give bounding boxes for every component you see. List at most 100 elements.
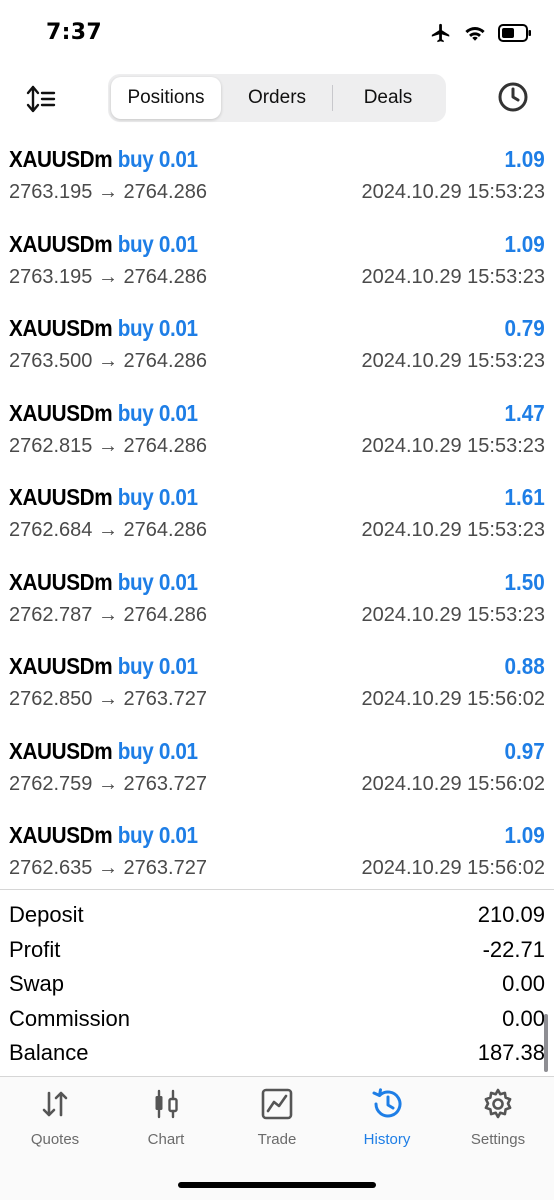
history-icon bbox=[370, 1087, 404, 1121]
row-prices: 2763.500 → 2764.286 bbox=[9, 350, 207, 372]
list-item[interactable]: XAUUSDm buy 0.01 0.97 2762.759 → 2763.72… bbox=[0, 728, 554, 813]
row-side: buy 0.01 bbox=[117, 737, 198, 764]
row-profit: 1.47 bbox=[504, 399, 545, 426]
wifi-icon bbox=[464, 24, 486, 42]
summary-label: Profit bbox=[9, 936, 61, 962]
battery-icon bbox=[498, 24, 532, 42]
row-symbol: XAUUSDm bbox=[9, 737, 113, 764]
quotes-arrows-icon bbox=[38, 1087, 72, 1121]
row-symbol-line: XAUUSDm buy 0.01 bbox=[9, 569, 198, 596]
row-profit: 0.88 bbox=[504, 653, 545, 679]
tab-chart[interactable]: Chart bbox=[111, 1087, 221, 1148]
row-symbol-line: XAUUSDm buy 0.01 bbox=[9, 653, 198, 680]
tab-deals[interactable]: Deals bbox=[333, 77, 443, 119]
summary-label: Swap bbox=[9, 971, 65, 997]
row-time: 2024.10.29 15:53:23 bbox=[361, 181, 545, 203]
tab-label: History bbox=[363, 1131, 411, 1148]
history-toolbar: Positions Orders Deals bbox=[0, 72, 554, 126]
home-indicator[interactable] bbox=[178, 1182, 376, 1188]
row-profit: 1.09 bbox=[504, 146, 545, 172]
row-time: 2024.10.29 15:56:02 bbox=[361, 857, 545, 879]
account-summary: Deposit 210.09 Profit -22.71 Swap 0.00 C… bbox=[0, 889, 554, 1073]
tab-quotes[interactable]: Quotes bbox=[0, 1087, 110, 1148]
row-symbol-line: XAUUSDm buy 0.01 bbox=[9, 146, 198, 173]
summary-value: 0.00 bbox=[502, 971, 545, 997]
summary-row: Commission 0.00 bbox=[0, 1004, 554, 1039]
row-symbol: XAUUSDm bbox=[9, 315, 113, 341]
list-item[interactable]: XAUUSDm buy 0.01 1.09 2763.195 → 2764.28… bbox=[0, 136, 554, 221]
bottom-tab-bar: Quotes Chart Trade History Settings bbox=[0, 1076, 554, 1200]
row-time: 2024.10.29 15:53:23 bbox=[361, 519, 545, 541]
row-symbol-line: XAUUSDm buy 0.01 bbox=[9, 400, 198, 427]
tab-label: Chart bbox=[147, 1131, 185, 1148]
row-side: buy 0.01 bbox=[117, 315, 198, 341]
summary-row: Swap 0.00 bbox=[0, 969, 554, 1004]
row-side: buy 0.01 bbox=[117, 653, 198, 679]
airplane-icon bbox=[430, 22, 452, 44]
summary-value: 187.38 bbox=[477, 1040, 545, 1066]
row-profit: 1.50 bbox=[504, 568, 545, 595]
list-item[interactable]: XAUUSDm buy 0.01 0.88 2762.850 → 2763.72… bbox=[0, 643, 554, 728]
tab-history[interactable]: History bbox=[332, 1087, 442, 1148]
row-time: 2024.10.29 15:53:23 bbox=[361, 603, 545, 626]
row-profit: 0.79 bbox=[504, 315, 545, 341]
row-profit: 1.09 bbox=[504, 822, 545, 848]
sort-icon bbox=[24, 85, 58, 120]
summary-value: 210.09 bbox=[477, 902, 545, 927]
summary-label: Balance bbox=[9, 1040, 89, 1066]
row-symbol: XAUUSDm bbox=[9, 146, 113, 172]
row-prices: 2762.850 → 2763.727 bbox=[9, 688, 207, 710]
trade-chart-icon bbox=[260, 1087, 294, 1121]
row-time: 2024.10.29 15:53:23 bbox=[361, 434, 545, 457]
row-side: buy 0.01 bbox=[117, 146, 198, 172]
row-symbol: XAUUSDm bbox=[9, 653, 113, 679]
row-symbol: XAUUSDm bbox=[9, 568, 113, 595]
list-item[interactable]: XAUUSDm buy 0.01 1.09 2762.635 → 2763.72… bbox=[0, 812, 554, 897]
tab-orders[interactable]: Orders bbox=[222, 77, 332, 119]
row-time: 2024.10.29 15:56:02 bbox=[361, 688, 545, 710]
list-item[interactable]: XAUUSDm buy 0.01 1.47 2762.815 → 2764.28… bbox=[0, 390, 554, 475]
row-symbol-line: XAUUSDm buy 0.01 bbox=[9, 315, 198, 342]
summary-row: Deposit 210.09 bbox=[0, 900, 554, 935]
row-prices: 2762.759 → 2763.727 bbox=[9, 772, 207, 795]
row-side: buy 0.01 bbox=[117, 568, 198, 595]
row-side: buy 0.01 bbox=[117, 399, 198, 426]
tab-positions[interactable]: Positions bbox=[111, 77, 221, 119]
row-side: buy 0.01 bbox=[117, 230, 198, 257]
row-symbol-line: XAUUSDm buy 0.01 bbox=[9, 822, 198, 849]
list-item[interactable]: XAUUSDm buy 0.01 1.09 2763.195 → 2764.28… bbox=[0, 221, 554, 306]
row-prices: 2763.195 → 2764.286 bbox=[9, 265, 207, 288]
summary-label: Deposit bbox=[9, 902, 84, 927]
status-time: 7:37 bbox=[46, 20, 102, 45]
clock-icon bbox=[496, 82, 530, 118]
row-symbol: XAUUSDm bbox=[9, 484, 113, 510]
row-time: 2024.10.29 15:53:23 bbox=[361, 265, 545, 288]
status-icons bbox=[430, 22, 532, 44]
row-symbol: XAUUSDm bbox=[9, 399, 113, 426]
row-side: buy 0.01 bbox=[117, 822, 198, 848]
sort-button[interactable] bbox=[24, 82, 58, 116]
row-prices: 2763.195 → 2764.286 bbox=[9, 181, 207, 203]
list-item[interactable]: XAUUSDm buy 0.01 1.50 2762.787 → 2764.28… bbox=[0, 559, 554, 644]
period-button[interactable] bbox=[496, 80, 530, 114]
row-time: 2024.10.29 15:53:23 bbox=[361, 350, 545, 372]
tab-trade[interactable]: Trade bbox=[222, 1087, 332, 1148]
row-prices: 2762.815 → 2764.286 bbox=[9, 434, 207, 457]
tab-label: Trade bbox=[257, 1131, 297, 1148]
row-symbol-line: XAUUSDm buy 0.01 bbox=[9, 231, 198, 258]
row-prices: 2762.684 → 2764.286 bbox=[9, 519, 207, 541]
tab-settings[interactable]: Settings bbox=[443, 1087, 553, 1148]
scrollbar[interactable] bbox=[544, 1014, 548, 1072]
list-item[interactable]: XAUUSDm buy 0.01 1.61 2762.684 → 2764.28… bbox=[0, 474, 554, 559]
row-profit: 1.61 bbox=[504, 484, 545, 510]
summary-row: Balance 187.38 bbox=[0, 1038, 554, 1073]
segmented-control: Positions Orders Deals bbox=[108, 74, 446, 122]
list-item[interactable]: XAUUSDm buy 0.01 0.79 2763.500 → 2764.28… bbox=[0, 305, 554, 390]
positions-list: XAUUSDm buy 0.01 1.09 2763.195 → 2764.28… bbox=[0, 136, 554, 897]
gear-icon bbox=[481, 1087, 515, 1121]
row-prices: 2762.787 → 2764.286 bbox=[9, 603, 207, 626]
row-time: 2024.10.29 15:56:02 bbox=[361, 772, 545, 795]
row-symbol: XAUUSDm bbox=[9, 822, 113, 848]
tab-label: Quotes bbox=[30, 1131, 80, 1148]
row-profit: 1.09 bbox=[504, 230, 545, 257]
